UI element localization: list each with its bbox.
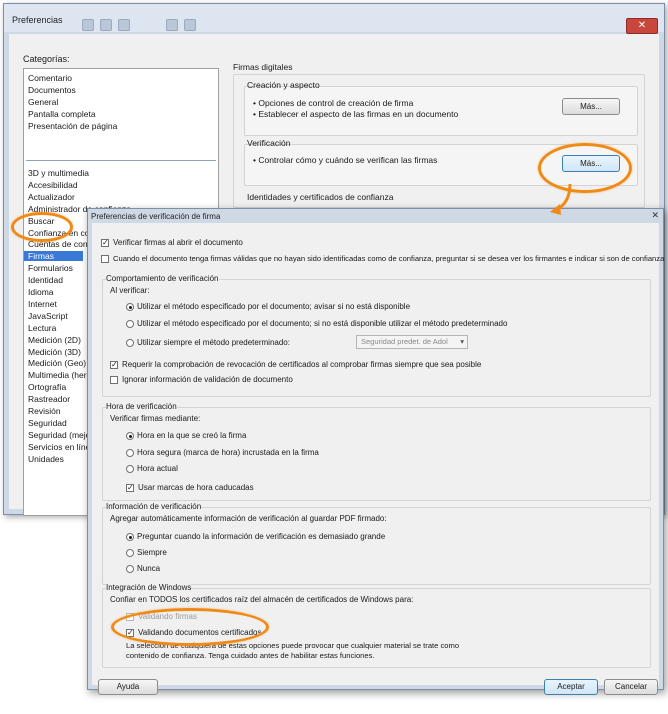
category-item[interactable]: Identidad (28, 275, 63, 285)
category-item[interactable]: Accesibilidad (28, 180, 78, 190)
category-item[interactable]: Actualizador (28, 192, 75, 202)
behavior-option-1-label: Utilizar el método especificado por el d… (137, 302, 411, 311)
close-icon[interactable]: ✕ (651, 210, 659, 221)
behavior-option-3-label: Utilizar siempre el método predeterminad… (137, 338, 290, 347)
verification-bullet-1: • Controlar cómo y cuándo se verifican l… (253, 155, 438, 165)
ok-button[interactable]: Aceptar (544, 679, 598, 695)
verification-title: Verificación (247, 138, 291, 148)
info-option-2-radio[interactable] (126, 549, 134, 557)
time-title: Hora de verificación (106, 402, 177, 411)
category-item[interactable]: Formularios (28, 263, 73, 273)
chevron-down-icon: ▾ (460, 337, 464, 346)
behavior-option-2-label: Utilizar el método especificado por el d… (137, 319, 508, 328)
time-option-3-radio[interactable] (126, 465, 134, 473)
category-item[interactable]: Comentario (28, 73, 72, 83)
creation-more-button[interactable]: Más... (562, 98, 620, 115)
category-item[interactable]: Medición (2D) (28, 335, 81, 345)
category-item[interactable]: Documentos (28, 85, 76, 95)
behavior-option-2-radio[interactable] (126, 320, 134, 328)
revocation-checkbox[interactable]: ✓ (110, 361, 118, 369)
annotation-ring-firmas (11, 212, 73, 242)
identities-title: Identidades y certificados de confianza (247, 192, 394, 202)
creation-bullet-1: • Opciones de control de creación de fir… (253, 98, 414, 108)
undo-icon[interactable] (166, 19, 178, 31)
preferences-title: Preferencias (12, 15, 63, 25)
mail-icon[interactable] (118, 19, 130, 31)
category-item[interactable]: JavaScript (28, 311, 68, 321)
categories-label: Categorías: (23, 54, 70, 64)
verify-on-open-label: Verificar firmas al abrir el documento (113, 238, 243, 247)
cancel-button[interactable]: Cancelar (604, 679, 658, 695)
category-item[interactable]: Firmas (24, 251, 83, 262)
category-item[interactable]: Idioma (28, 287, 54, 297)
category-item[interactable]: Presentación de página (28, 121, 117, 131)
ignore-validation-label: Ignorar información de validación de doc… (122, 375, 293, 384)
signature-verification-titlebar: Preferencias de verificación de firma ✕ (88, 209, 663, 223)
time-option-2-label: Hora segura (marca de hora) incrustada e… (137, 448, 319, 457)
category-item[interactable]: Internet (28, 299, 57, 309)
info-option-2-label: Siempre (137, 548, 167, 557)
close-icon[interactable]: ✕ (626, 18, 658, 34)
creation-title: Creación y aspecto (247, 80, 320, 90)
verify-on-open-checkbox[interactable]: ✓ (101, 239, 109, 247)
warn-untrusted-checkbox[interactable] (101, 255, 109, 263)
default-method-value: Seguridad predet. de Adol (361, 337, 448, 346)
category-item[interactable]: Seguridad (28, 418, 67, 428)
info-option-3-radio[interactable] (126, 565, 134, 573)
behavior-title: Comportamiento de verificación (106, 274, 219, 283)
annotation-arrow (550, 183, 572, 215)
info-option-1-label: Preguntar cuando la información de verif… (137, 532, 386, 541)
list-divider (26, 160, 216, 161)
when-verifying-label: Al verificar: (110, 286, 150, 295)
windows-warning-line-2: contenido de confianza. Tenga cuidado an… (126, 651, 375, 660)
save-icon[interactable] (82, 19, 94, 31)
section-title: Firmas digitales (233, 62, 293, 72)
category-item[interactable]: General (28, 97, 58, 107)
preferences-titlebar: Preferencias ✕ (4, 4, 664, 34)
ignore-validation-checkbox[interactable] (110, 376, 118, 384)
category-item[interactable]: Unidades (28, 454, 64, 464)
default-method-dropdown[interactable]: Seguridad predet. de Adol ▾ (356, 335, 468, 349)
redo-icon[interactable] (184, 19, 196, 31)
category-item[interactable]: 3D y multimedia (28, 168, 89, 178)
time-option-3-label: Hora actual (137, 464, 178, 473)
category-item[interactable]: Pantalla completa (28, 109, 96, 119)
windows-title: Integración de Windows (106, 583, 192, 592)
category-item[interactable]: Revisión (28, 406, 61, 416)
signature-verification-title: Preferencias de verificación de firma (91, 212, 221, 221)
category-item[interactable]: Medición (Geo) (28, 358, 86, 368)
windows-subtitle: Confiar en TODOS los certificados raíz d… (110, 595, 414, 604)
behavior-option-1-radio[interactable] (126, 303, 134, 311)
info-title: Información de verificación (106, 502, 202, 511)
category-item[interactable]: Lectura (28, 323, 56, 333)
info-option-1-radio[interactable] (126, 533, 134, 541)
time-option-2-radio[interactable] (126, 449, 134, 457)
time-subtitle: Verificar firmas mediante: (110, 414, 201, 423)
help-button[interactable]: Ayuda (98, 679, 158, 695)
category-item[interactable]: Ortografía (28, 382, 66, 392)
expired-timestamps-label: Usar marcas de hora caducadas (138, 483, 254, 492)
expired-timestamps-checkbox[interactable]: ✓ (126, 484, 134, 492)
annotation-ring-certified-docs (111, 608, 269, 646)
warn-untrusted-label: Cuando el documento tenga firmas válidas… (113, 254, 665, 263)
time-option-1-label: Hora en la que se creó la firma (137, 431, 247, 440)
time-option-1-radio[interactable] (126, 432, 134, 440)
info-option-3-label: Nunca (137, 564, 161, 573)
category-item[interactable]: Medición (3D) (28, 347, 81, 357)
category-item[interactable]: Servicios en línea (28, 442, 95, 452)
category-item[interactable]: Multimedia (hered (28, 370, 96, 380)
category-item[interactable]: Seguridad (mejor (28, 430, 93, 440)
behavior-option-3-radio[interactable] (126, 339, 134, 347)
category-item[interactable]: Rastreador (28, 394, 70, 404)
print-icon[interactable] (100, 19, 112, 31)
creation-bullet-2: • Establecer el aspecto de las firmas en… (253, 109, 459, 119)
info-subtitle: Agregar automáticamente información de v… (110, 514, 387, 523)
revocation-label: Requerir la comprobación de revocación d… (122, 360, 482, 369)
